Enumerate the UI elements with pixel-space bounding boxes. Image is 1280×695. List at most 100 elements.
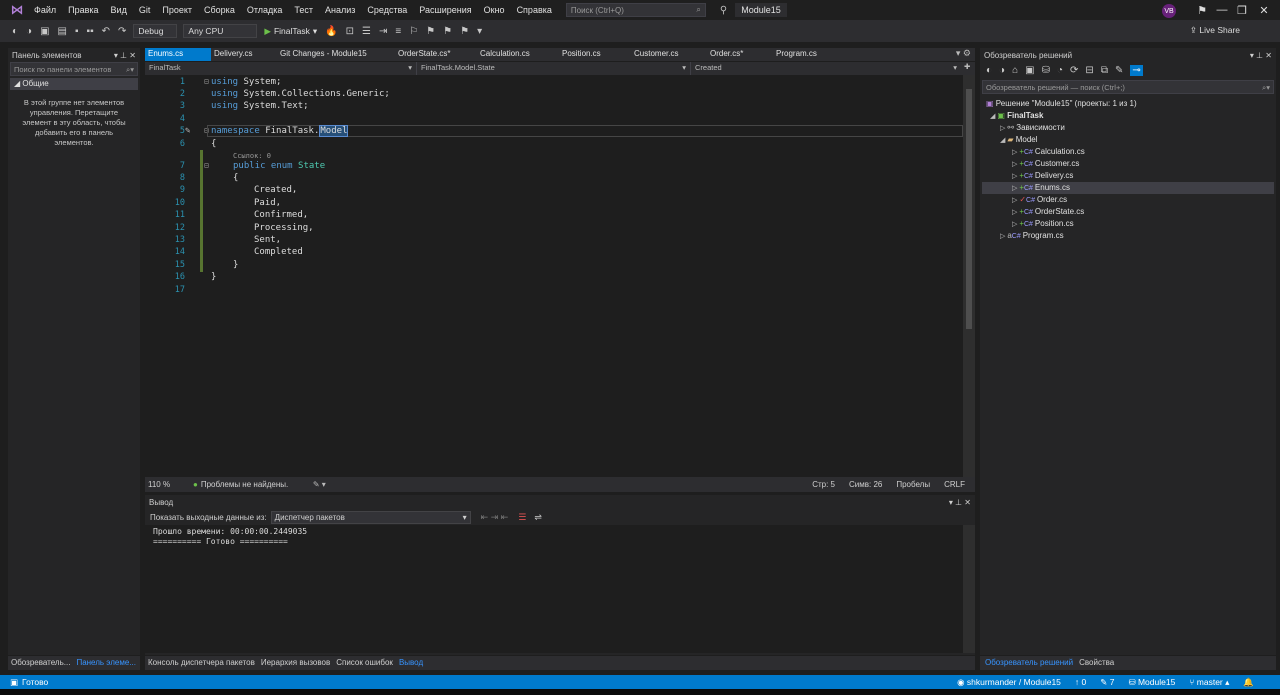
tree-file[interactable]: ▷ +C# Delivery.cs — [1012, 170, 1073, 182]
panel-pin-icon[interactable]: ▾ ⊥ ✕ — [1250, 51, 1272, 60]
menu-analyze[interactable]: Анализ — [319, 5, 361, 15]
tree-project[interactable]: ◢ ▣ FinalTask — [990, 110, 1043, 122]
tab-program-cs[interactable]: Program.cs — [773, 48, 839, 61]
search-options-icon[interactable]: ⚲ — [720, 5, 727, 16]
fold-toggle-icon[interactable]: ⊟ — [204, 161, 209, 170]
brush-icon[interactable]: ✎ ▾ — [313, 480, 326, 489]
tab-error-list[interactable]: Список ошибок — [333, 656, 396, 670]
tab-orderstate-cs[interactable]: OrderState.cs* — [395, 48, 477, 61]
bookmark-next-icon[interactable]: ⚑ — [439, 26, 456, 37]
scrollbar-thumb[interactable] — [966, 89, 972, 329]
git-icon[interactable]: ⛁ — [1042, 65, 1050, 76]
toolbox-search-input[interactable]: Поиск по панели элементов ⌕▾ — [10, 62, 138, 76]
tree-file[interactable]: ▷ +C# Customer.cs — [1012, 158, 1079, 170]
output-vertical-scrollbar[interactable] — [963, 525, 975, 653]
tab-package-manager-console[interactable]: Консоль диспетчера пакетов — [145, 656, 258, 670]
step-icon[interactable]: ⇥ — [375, 26, 391, 37]
push-count-button[interactable]: ↑ 0 — [1075, 677, 1086, 687]
properties-icon[interactable]: ✎ — [1115, 65, 1123, 76]
save-icon[interactable]: ▪ — [71, 26, 83, 37]
menu-test[interactable]: Тест — [288, 5, 319, 15]
tree-file-selected[interactable]: ▷ +C# Enums.cs — [982, 182, 1274, 194]
visual-studio-logo-icon[interactable]: ⋈ — [6, 0, 28, 20]
menu-debug[interactable]: Отладка — [241, 5, 289, 15]
tab-output[interactable]: Вывод — [396, 656, 426, 670]
menu-extensions[interactable]: Расширения — [413, 5, 477, 15]
forward-icon[interactable]: ◑ — [999, 65, 1005, 76]
repository-button[interactable]: ⛁ Module15 — [1128, 677, 1175, 688]
save-all-icon[interactable]: ▪▪ — [83, 26, 98, 37]
global-search-input[interactable]: Поиск (Ctrl+Q) ⌕ — [565, 3, 706, 17]
tab-calculation-cs[interactable]: Calculation.cs — [477, 48, 559, 61]
home-icon[interactable]: ⌂ — [1012, 65, 1018, 76]
bookmark-clear-icon[interactable]: ⚑ — [456, 26, 473, 37]
clear-all-icon[interactable]: ☰ — [518, 512, 526, 523]
tab-solution-explorer[interactable]: Обозреватель решений — [980, 656, 1076, 670]
menu-git[interactable]: Git — [133, 5, 157, 15]
preview-icon[interactable]: ⊸ — [1130, 64, 1143, 76]
tab-overflow-gear-icon[interactable]: ▾ ⚙ — [952, 48, 975, 61]
forward-icon[interactable]: ◑ — [22, 26, 36, 37]
menu-window[interactable]: Окно — [478, 5, 511, 15]
configuration-dropdown[interactable]: Debug — [133, 24, 178, 38]
github-repo-button[interactable]: ◉ shkurmander / Module15 — [957, 677, 1061, 688]
editor-vertical-scrollbar[interactable] — [963, 75, 975, 477]
tree-folder-model[interactable]: ◢ ▰ Model — [1000, 134, 1038, 146]
avatar[interactable]: VB — [1162, 4, 1176, 18]
branch-button[interactable]: ⑂ master ▴ — [1189, 677, 1229, 688]
member-dropdown[interactable]: Created ▾ — [691, 62, 961, 75]
zoom-level[interactable]: 110 % — [145, 480, 193, 489]
toolbar-overflow-icon[interactable]: ▾ — [473, 26, 486, 37]
solution-search-input[interactable]: Обозреватель решений — поиск (Ctrl+;) ⌕▾ — [982, 80, 1274, 94]
close-icon[interactable]: ✕ — [1250, 0, 1278, 20]
tree-file[interactable]: ▷ +C# Position.cs — [1012, 218, 1074, 230]
bookmark-icon[interactable]: ⚐ — [405, 26, 422, 37]
menu-help[interactable]: Справка — [511, 5, 558, 15]
menu-view[interactable]: Вид — [105, 5, 133, 15]
sync-icon[interactable]: ⟳ — [1070, 65, 1078, 76]
fold-toggle-icon[interactable]: ⊟ — [204, 77, 209, 86]
output-text[interactable]: Прошло времени: 00:00:00.2449035 =======… — [145, 525, 963, 653]
switch-views-icon[interactable]: ▣ — [1025, 65, 1034, 76]
format-icon[interactable]: ≡ — [391, 26, 405, 37]
redo-icon[interactable]: ↷ — [114, 26, 130, 37]
toggle-comment-icon[interactable]: ☰ — [358, 26, 375, 37]
codelens-references[interactable]: Ссылок: 0 — [233, 152, 271, 160]
open-icon[interactable]: ▤ — [54, 26, 71, 37]
tab-order-cs[interactable]: Order.cs* — [707, 48, 773, 61]
show-all-files-icon[interactable]: ⧉ — [1101, 65, 1108, 76]
notifications-icon[interactable]: 🔔 — [1243, 677, 1254, 688]
tab-delivery-cs[interactable]: Delivery.cs — [211, 48, 277, 61]
tree-file-program[interactable]: ▷ aC# Program.cs — [1000, 230, 1064, 242]
live-share-button[interactable]: ⇪ Live Share — [1190, 25, 1240, 36]
whitespace-indicator[interactable]: Пробелы — [896, 480, 930, 489]
toolbox-group-general[interactable]: ◢ Общие — [10, 78, 138, 90]
menu-tools[interactable]: Средства — [361, 5, 413, 15]
tree-solution-root[interactable]: ▣ Решение "Module15" (проекты: 1 из 1) — [986, 98, 1137, 110]
collapse-all-icon[interactable]: ⊟ — [1085, 65, 1093, 76]
issues-status[interactable]: Проблемы не найдены. — [201, 480, 313, 489]
panel-pin-icon[interactable]: ▾ ⊥ ✕ — [114, 51, 136, 60]
tab-enums-cs[interactable]: Enums.cs — [145, 48, 211, 61]
menu-edit[interactable]: Правка — [62, 5, 104, 15]
start-debugging-button[interactable]: ▶ FinalTask ▾ — [264, 26, 317, 37]
hot-reload-icon[interactable]: 🔥 — [321, 26, 341, 37]
browser-link-icon[interactable]: ⊡ — [342, 26, 358, 37]
menu-file[interactable]: Файл — [28, 5, 62, 15]
tree-file[interactable]: ▷ +C# Calculation.cs — [1012, 146, 1085, 158]
tree-file[interactable]: ▷ ✓C# Order.cs — [1012, 194, 1067, 206]
menu-project[interactable]: Проект — [156, 5, 198, 15]
tree-file[interactable]: ▷ +C# OrderState.cs — [1012, 206, 1084, 218]
panel-pin-icon[interactable]: ▾ ⊥ ✕ — [949, 498, 971, 507]
tab-properties[interactable]: Свойства — [1076, 656, 1117, 670]
tab-position-cs[interactable]: Position.cs — [559, 48, 631, 61]
back-icon[interactable]: ◐ — [8, 26, 22, 37]
tree-dependencies[interactable]: ▷ ⚯ Зависимости — [1000, 122, 1065, 134]
back-icon[interactable]: ◐ — [986, 65, 992, 76]
tab-toolbox[interactable]: Панель элеме... — [73, 656, 139, 670]
code-editor[interactable]: 1 2 3 4 5 6 7 8 9 10 11 12 13 14 15 16 1… — [145, 75, 963, 477]
tab-customer-cs[interactable]: Customer.cs — [631, 48, 707, 61]
tab-call-hierarchy[interactable]: Иерархия вызовов — [258, 656, 333, 670]
bookmark-prev-icon[interactable]: ⚑ — [422, 26, 439, 37]
tab-git-changes[interactable]: Git Changes - Module15 — [277, 48, 395, 61]
